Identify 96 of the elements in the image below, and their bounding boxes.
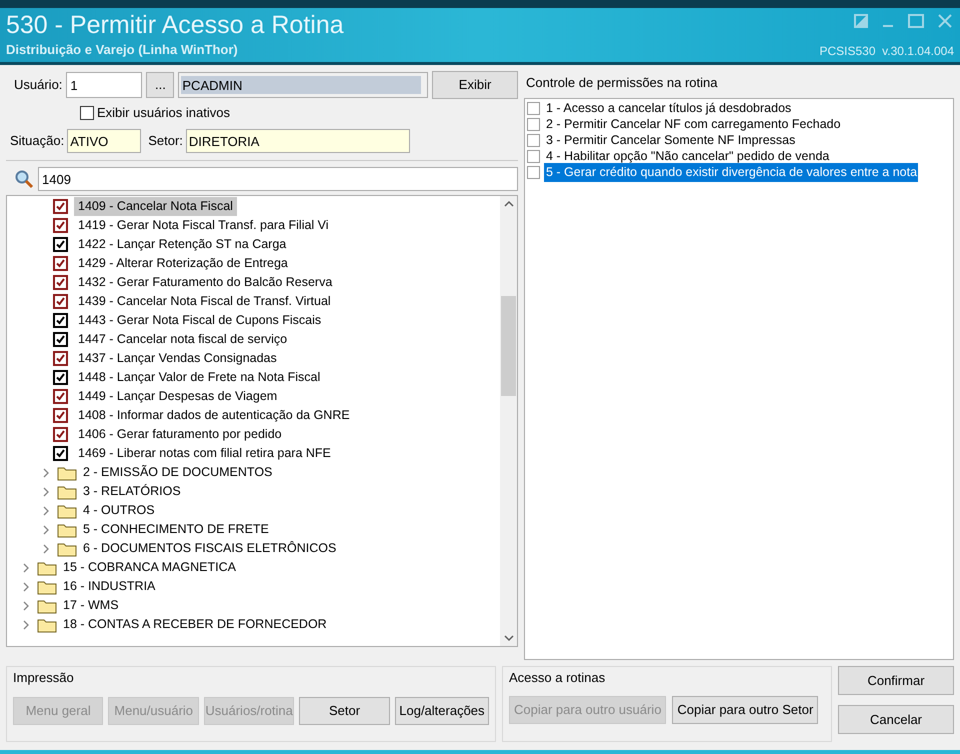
show-button[interactable]: Exibir xyxy=(432,71,518,99)
tree-item-label[interactable]: 1447 - Cancelar nota fiscal de serviço xyxy=(74,330,292,349)
field-label: Usuário: xyxy=(14,76,62,94)
action-button[interactable]: Log/alterações xyxy=(394,696,490,724)
tree-item-label[interactable]: 1432 - Gerar Faturamento do Balcão Reserva xyxy=(74,273,336,292)
user-name-field[interactable]: PCADMIN xyxy=(178,72,428,98)
tree-item-label[interactable]: 1429 - Alterar Roterização de Entrega xyxy=(74,254,292,273)
chevron-icon[interactable] xyxy=(21,600,31,610)
checkbox[interactable] xyxy=(527,134,540,147)
status-field[interactable]: ATIVO xyxy=(67,129,142,153)
folder-icon xyxy=(57,464,77,480)
checkbox[interactable] xyxy=(527,102,540,115)
folder-icon xyxy=(57,502,77,518)
tree-folder-label[interactable]: 6 - DOCUMENTOS FISCAIS ELETRÔNICOS xyxy=(83,539,336,558)
tree-folder-label[interactable]: 3 - RELATÓRIOS xyxy=(83,482,181,501)
field-label: Setor: xyxy=(148,132,183,150)
folder-icon xyxy=(57,484,77,500)
maximize-icon[interactable] xyxy=(908,14,924,28)
tree-folder-label[interactable]: 2 - EMISSÃO DE DOCUMENTOS xyxy=(83,463,272,482)
field-label: Situação: xyxy=(10,132,64,150)
chevron-icon[interactable] xyxy=(41,468,51,478)
tree-item-label[interactable]: 1408 - Informar dados de autenticação da GNRE xyxy=(74,406,354,425)
section-title: Controle de permissões na rotina xyxy=(526,74,718,92)
checkbox[interactable] xyxy=(527,166,540,179)
checkbox[interactable] xyxy=(53,237,68,252)
folder-icon xyxy=(57,522,77,538)
permission-item[interactable]: 5 - Gerar crédito quando existir divergência de valores entre a nota xyxy=(544,163,918,182)
sector-field[interactable]: DIRETORIA xyxy=(186,129,410,153)
tree-folder-label[interactable]: 4 - OUTROS xyxy=(83,501,155,520)
group-title: Impressão xyxy=(13,669,75,687)
tree-item-label[interactable]: 1419 - Gerar Nota Fiscal Transf. para Filial Vi xyxy=(74,216,333,235)
chevron-icon[interactable] xyxy=(41,506,51,516)
action-button[interactable]: Copiar para outro Setor xyxy=(672,696,818,724)
permission-item[interactable]: 4 - Habilitar opção "Não cancelar" pedido de venda xyxy=(544,147,830,166)
search-icon xyxy=(14,169,34,189)
tree-folder-label[interactable]: 18 - CONTAS A RECEBER DE FORNECEDOR xyxy=(63,615,327,634)
action-button[interactable]: Cancelar xyxy=(838,705,954,734)
folder-icon xyxy=(37,598,57,614)
chevron-icon[interactable] xyxy=(21,582,31,592)
checkbox[interactable] xyxy=(53,427,68,442)
checkbox[interactable] xyxy=(53,370,68,385)
checkbox[interactable] xyxy=(53,351,68,366)
checkbox[interactable] xyxy=(53,446,68,461)
folder-icon xyxy=(37,560,57,576)
tree-item-label[interactable]: 1469 - Liberar notas com filial retira para NFE xyxy=(74,444,335,463)
tree-item-label[interactable]: 1439 - Cancelar Nota Fiscal de Transf. Virtual xyxy=(74,292,335,311)
scrollbar[interactable] xyxy=(500,196,517,646)
chevron-icon[interactable] xyxy=(41,486,51,496)
action-button[interactable]: Confirmar xyxy=(838,666,954,695)
checkbox[interactable] xyxy=(53,389,68,404)
version-label: PCSIS530 v.30.1.04.004 xyxy=(819,42,954,60)
tree-item-label[interactable]: 1406 - Gerar faturamento por pedido xyxy=(74,425,286,444)
tree-item-label[interactable]: 1437 - Lançar Vendas Consignadas xyxy=(74,349,281,368)
checkbox[interactable] xyxy=(53,313,68,328)
group-title: Acesso a rotinas xyxy=(509,669,606,687)
scroll-down-icon[interactable] xyxy=(504,634,514,642)
checkbox[interactable] xyxy=(80,106,94,120)
restore-icon[interactable] xyxy=(854,14,868,28)
folder-icon xyxy=(57,540,77,556)
checkbox[interactable] xyxy=(527,118,540,131)
checkbox[interactable] xyxy=(53,408,68,423)
window-subtitle: Distribuição e Varejo (Linha WinThor) xyxy=(6,41,238,60)
checkbox-label: Exibir usuários inativos xyxy=(97,104,230,122)
tree-folder-label[interactable]: 17 - WMS xyxy=(63,596,119,615)
tree-item-label[interactable]: 1448 - Lançar Valor de Frete na Nota Fiscal xyxy=(74,368,324,387)
tree-folder-label[interactable]: 15 - COBRANCA MAGNETICA xyxy=(63,558,236,577)
window-title: 530 - Permitir Acesso a Rotina xyxy=(6,10,344,40)
folder-icon xyxy=(37,616,57,632)
checkbox[interactable] xyxy=(527,150,540,163)
permission-item[interactable]: 2 - Permitir Cancelar NF com carregamento Fechado xyxy=(544,115,842,134)
chevron-icon[interactable] xyxy=(41,524,51,534)
tree-folder-label[interactable]: 5 - CONHECIMENTO DE FRETE xyxy=(83,520,269,539)
search-field[interactable]: 1409 xyxy=(38,167,518,191)
tree-folder-label[interactable]: 16 - INDUSTRIA xyxy=(63,577,156,596)
chevron-icon[interactable] xyxy=(41,544,51,554)
checkbox[interactable] xyxy=(53,199,68,214)
checkbox[interactable] xyxy=(53,218,68,233)
permission-item[interactable]: 1 - Acesso a cancelar títulos já desdobrados xyxy=(544,99,792,118)
checkbox[interactable] xyxy=(53,275,68,290)
folder-icon xyxy=(37,578,57,594)
tree-item-label[interactable]: 1443 - Gerar Nota Fiscal de Cupons Fiscais xyxy=(74,311,326,330)
chevron-icon[interactable] xyxy=(21,562,31,572)
checkbox[interactable] xyxy=(53,332,68,347)
permission-item[interactable]: 3 - Permitir Cancelar Somente NF Impressas xyxy=(544,131,796,150)
scroll-up-icon[interactable] xyxy=(504,200,514,208)
scrollbar-thumb[interactable] xyxy=(501,296,516,396)
user-code-field[interactable]: 1 xyxy=(66,72,142,98)
close-icon[interactable] xyxy=(938,14,952,28)
chevron-icon[interactable] xyxy=(21,620,31,630)
lookup-button[interactable]: ... xyxy=(146,72,174,98)
checkbox[interactable] xyxy=(53,256,68,271)
action-button[interactable]: Setor xyxy=(299,696,390,724)
tree-item-label[interactable]: 1449 - Lançar Despesas de Viagem xyxy=(74,387,282,406)
checkbox[interactable] xyxy=(53,294,68,309)
tree-item-label[interactable]: 1422 - Lançar Retenção ST na Carga xyxy=(74,235,290,254)
tree-item-label[interactable]: 1409 - Cancelar Nota Fiscal xyxy=(74,197,237,216)
